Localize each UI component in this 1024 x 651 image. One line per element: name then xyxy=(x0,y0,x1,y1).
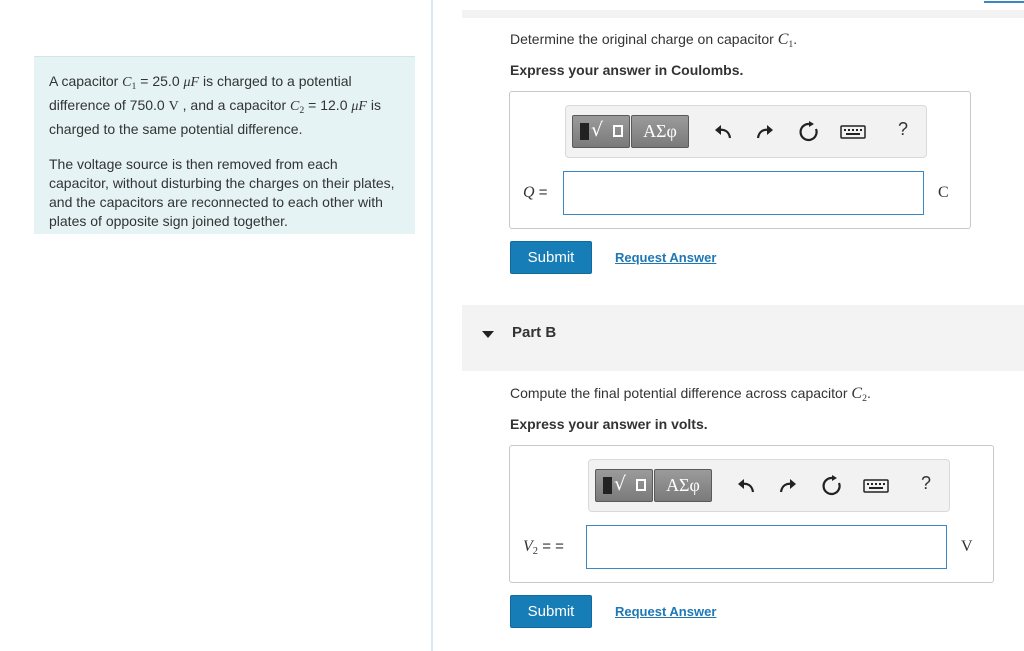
part-a-variable-label: Q = xyxy=(523,184,548,201)
panel-divider xyxy=(431,0,433,651)
part-b-variable-label: V2 = = xyxy=(523,538,564,557)
help-icon[interactable]: ? xyxy=(898,119,908,140)
part-b-answer-input[interactable] xyxy=(586,525,947,569)
templates-icon[interactable]: √ xyxy=(595,469,653,502)
part-b-header[interactable]: Part B xyxy=(462,305,1024,371)
undo-icon[interactable] xyxy=(712,121,734,143)
part-b-math-toolbar: √ ΑΣφ ? xyxy=(588,459,950,512)
keyboard-icon[interactable] xyxy=(840,121,866,143)
part-a-prompt: Determine the original charge on capacit… xyxy=(510,31,798,50)
greek-symbols-icon[interactable]: ΑΣφ xyxy=(631,115,689,148)
part-b-answer-box: √ ΑΣφ ? V2 = = V xyxy=(509,445,994,583)
corner-mark xyxy=(984,0,1024,3)
undo-icon[interactable] xyxy=(735,475,757,497)
problem-paragraph-2: The voltage source is then removed from … xyxy=(49,156,395,229)
part-b-instruction: Express your answer in volts. xyxy=(510,416,708,432)
part-b-submit-button[interactable]: Submit xyxy=(510,595,592,628)
part-a-instruction: Express your answer in Coulombs. xyxy=(510,62,744,78)
part-b-unit: V xyxy=(961,538,973,555)
part-b-title: Part B xyxy=(512,324,557,341)
reset-icon[interactable] xyxy=(821,475,843,497)
greek-symbols-icon[interactable]: ΑΣφ xyxy=(654,469,712,502)
redo-icon[interactable] xyxy=(754,121,776,143)
part-a-answer-input[interactable] xyxy=(563,171,924,215)
part-a-answer-box: √ ΑΣφ ? Q = C xyxy=(509,91,971,229)
keyboard-icon[interactable] xyxy=(863,475,889,497)
part-a-math-toolbar: √ ΑΣφ ? xyxy=(565,105,927,158)
part-b-request-answer-link[interactable]: Request Answer xyxy=(615,604,716,619)
redo-icon[interactable] xyxy=(777,475,799,497)
reset-icon[interactable] xyxy=(798,121,820,143)
part-b-prompt: Compute the final potential difference a… xyxy=(510,385,871,404)
part-a-unit: C xyxy=(938,184,949,201)
problem-paragraph-1: A capacitor C1 = 25.0 μF is charged to a… xyxy=(49,73,381,137)
part-a-header-strip xyxy=(462,10,1024,18)
problem-statement: A capacitor C1 = 25.0 μF is charged to a… xyxy=(34,56,415,234)
help-icon[interactable]: ? xyxy=(921,473,931,494)
part-a-request-answer-link[interactable]: Request Answer xyxy=(615,250,716,265)
collapse-arrow-icon[interactable] xyxy=(482,331,494,338)
part-a-submit-button[interactable]: Submit xyxy=(510,241,592,274)
templates-icon[interactable]: √ xyxy=(572,115,630,148)
